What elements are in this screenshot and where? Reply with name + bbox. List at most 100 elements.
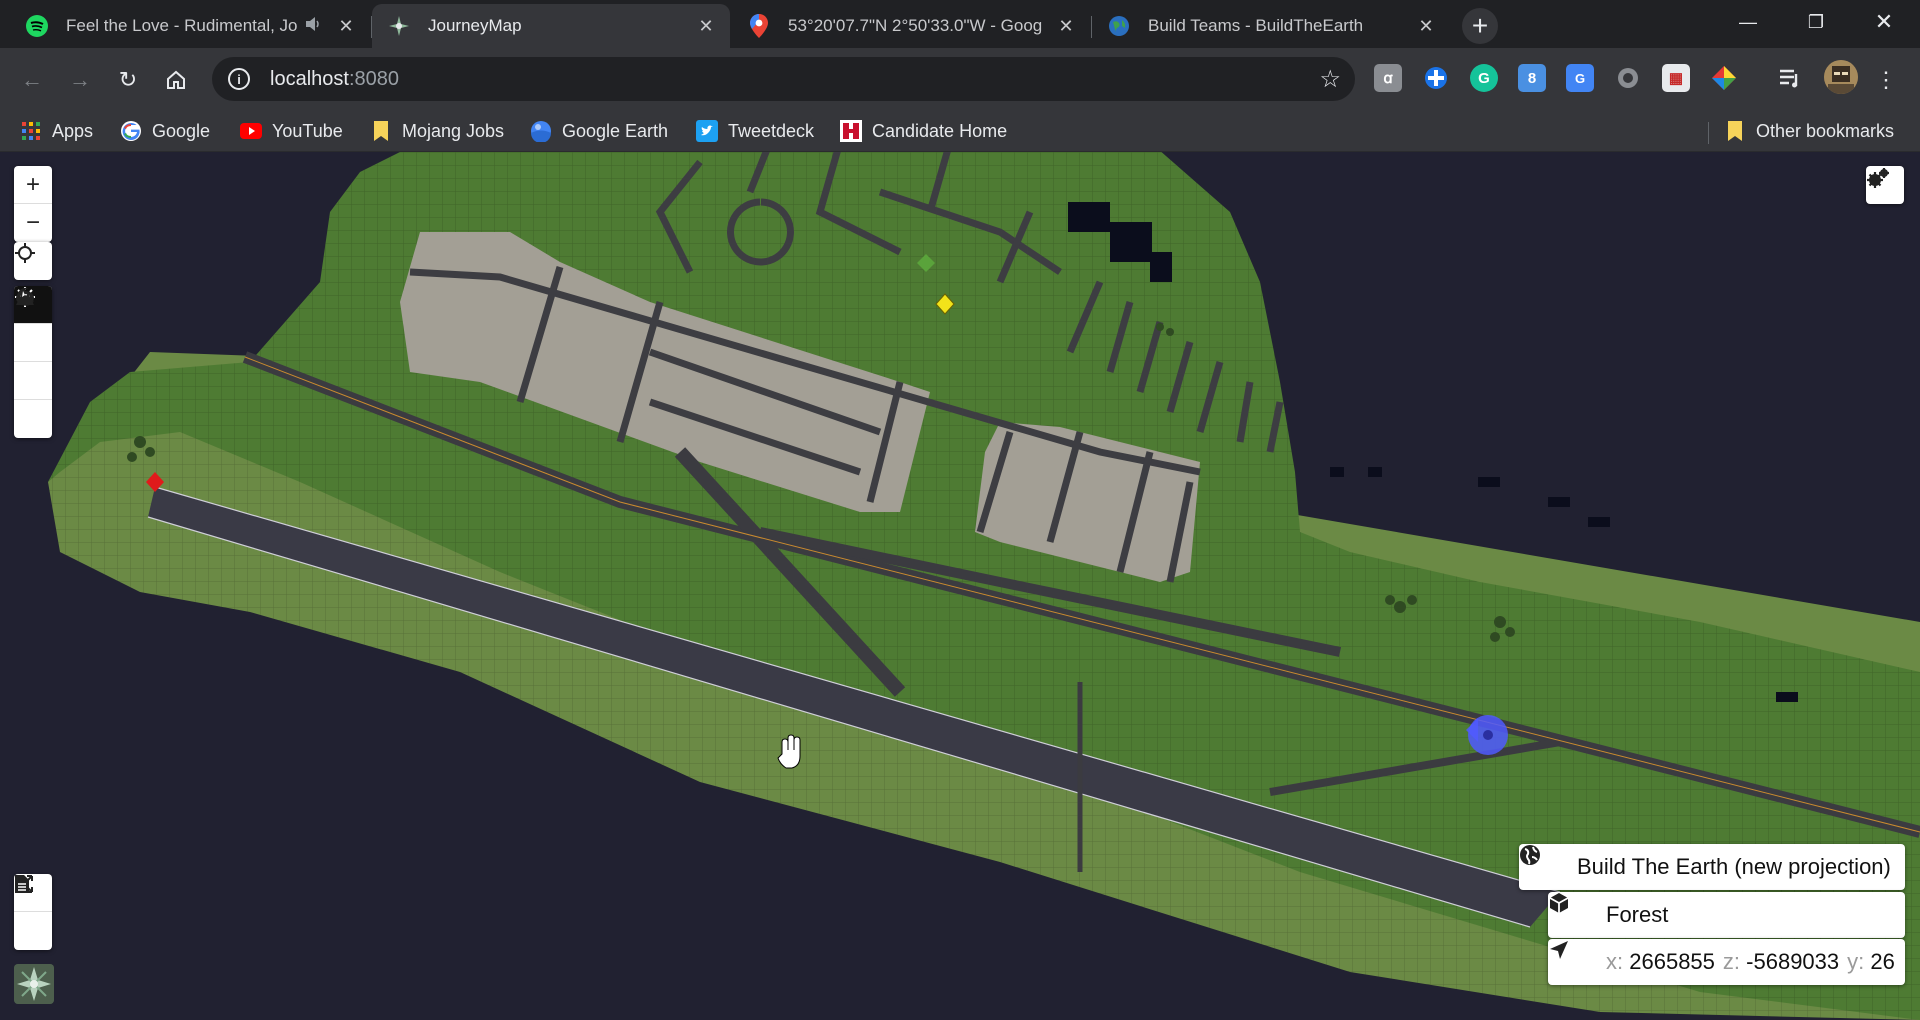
close-tab-icon[interactable]: ✕	[336, 16, 356, 37]
coord-z-label: z:	[1722, 949, 1741, 974]
zoom-in-button[interactable]: +	[14, 166, 52, 204]
journeymap-canvas[interactable]: + − Build The Earth (new projection) For…	[0, 152, 1920, 1020]
gears-icon	[1867, 168, 1889, 188]
speaker-icon[interactable]	[304, 15, 326, 38]
bookmark-mojang-jobs[interactable]: Mojang Jobs	[370, 118, 504, 144]
unexplored-patch	[1776, 692, 1798, 702]
mountain-icon	[16, 291, 34, 305]
tab-spotify[interactable]: Feel the Love - Rudimental, Jo ✕	[10, 4, 370, 48]
bookmark-label: Other bookmarks	[1756, 120, 1895, 141]
media-control-icon[interactable]	[1776, 64, 1804, 92]
google-maps-icon	[748, 14, 770, 38]
bookmark-tweetdeck[interactable]: Tweetdeck	[696, 118, 814, 144]
unexplored-patch	[1330, 467, 1344, 477]
map-settings-button[interactable]	[1866, 166, 1904, 204]
close-tab-icon[interactable]: ✕	[1416, 16, 1436, 37]
crosshair-icon	[15, 243, 35, 263]
new-tab-button[interactable]: +	[1462, 8, 1498, 44]
google-translate-icon[interactable]: G	[1566, 64, 1594, 92]
grammarly-icon[interactable]: G	[1470, 64, 1498, 92]
zoom-out-button[interactable]: −	[14, 204, 52, 242]
unexplored-patch	[1588, 517, 1610, 527]
unexplored-patch	[1548, 497, 1570, 507]
world-name: Build The Earth (new projection)	[1577, 854, 1891, 879]
other-bookmarks[interactable]: Other bookmarks	[1724, 118, 1894, 144]
cave-mode-button[interactable]	[14, 291, 52, 400]
bookmark-label: YouTube	[272, 120, 343, 141]
extension-puzzle-icon[interactable]	[1422, 64, 1450, 92]
locate-controls	[14, 242, 52, 280]
extension-8-icon[interactable]: 8	[1518, 64, 1546, 92]
journeymap-logo[interactable]	[14, 964, 54, 1004]
restore-button[interactable]: ❐	[1782, 0, 1850, 44]
bookmark-apps[interactable]: Apps	[20, 118, 93, 144]
globe-icon	[1520, 845, 1559, 880]
unexplored-patch	[1478, 477, 1500, 487]
journeymap-icon	[14, 964, 54, 1004]
map-mode-controls	[14, 286, 52, 438]
unexplored-patch	[1150, 252, 1172, 282]
tab-journeymap[interactable]: JourneyMap ✕	[372, 4, 730, 48]
close-tab-icon[interactable]: ✕	[696, 16, 716, 37]
night-mode-button[interactable]	[14, 287, 52, 362]
unexplored-patch	[1110, 222, 1152, 262]
tab-build-teams[interactable]: Build Teams - BuildTheEarth ✕	[1092, 4, 1450, 48]
coord-z-value: -5689033	[1746, 949, 1840, 974]
extension-fonts-icon[interactable]: ꭤ	[1374, 64, 1402, 92]
browser-window: Feel the Love - Rudimental, Jo ✕ Journey…	[0, 0, 1920, 1020]
reload-button[interactable]: ↻	[110, 62, 146, 98]
info-icon[interactable]: i	[228, 68, 250, 90]
center-on-player-button[interactable]	[14, 242, 52, 280]
tab-google-maps[interactable]: 53°20'07.7"N 2°50'33.0"W - Goog ✕	[732, 4, 1090, 48]
bookmark-star-icon[interactable]: ☆	[1319, 65, 1341, 94]
tab-title: Build Teams - BuildTheEarth	[1148, 16, 1364, 35]
bookmark-label: Google Earth	[562, 120, 669, 141]
bookmark-label: Candidate Home	[872, 120, 1008, 141]
coord-x-label: x:	[1606, 949, 1624, 974]
bookmark-youtube[interactable]: YouTube	[240, 118, 343, 144]
extension-circle-icon[interactable]	[1614, 64, 1642, 92]
log-button[interactable]	[14, 875, 52, 950]
unexplored-patch	[1368, 467, 1382, 477]
tab-title: JourneyMap	[428, 16, 522, 35]
minimize-button[interactable]: —	[1714, 0, 1782, 44]
coord-y-value: 26	[1870, 949, 1895, 974]
location-arrow-icon	[1550, 941, 1588, 975]
buildtheearth-icon	[1108, 15, 1130, 37]
biome-panel: Forest	[1548, 892, 1905, 938]
candidate-icon	[840, 120, 862, 142]
browser-menu-button[interactable]: ⋮	[1868, 62, 1904, 98]
color-picker-icon[interactable]	[1710, 64, 1738, 92]
folder-icon	[1724, 120, 1746, 142]
document-icon	[15, 875, 29, 893]
bookmark-google[interactable]: Google	[120, 118, 210, 144]
apps-grid-icon	[20, 120, 42, 142]
topo-mode-button[interactable]	[14, 291, 52, 438]
youtube-icon	[240, 120, 262, 142]
bookmark-label: Google	[152, 120, 211, 141]
unexplored-patch	[1068, 202, 1110, 232]
home-icon	[167, 70, 185, 89]
close-tab-icon[interactable]: ✕	[1056, 16, 1076, 37]
coord-x-value: 2665855	[1629, 949, 1715, 974]
tab-title: 53°20'07.7"N 2°50'33.0"W - Goog	[788, 16, 1043, 35]
tab-strip: Feel the Love - Rudimental, Jo ✕ Journey…	[0, 0, 1920, 48]
browser-toolbar: ← → ↻ i localhost:8080 ☆ ꭤ G 8 G ▦ ⋮	[0, 48, 1920, 110]
bookmark-google-earth[interactable]: Google Earth	[530, 118, 668, 144]
bookmark-label: Mojang Jobs	[402, 120, 505, 141]
home-button[interactable]	[158, 62, 194, 98]
google-earth-icon	[530, 120, 552, 142]
coord-y-label: y:	[1847, 949, 1865, 974]
profile-avatar[interactable]	[1824, 60, 1858, 94]
spotify-icon	[26, 15, 48, 37]
bookmark-candidate-home[interactable]: Candidate Home	[840, 118, 1007, 144]
world-panel[interactable]: Build The Earth (new projection)	[1519, 844, 1905, 890]
bottom-controls	[14, 874, 52, 950]
extension-calendar-icon[interactable]: ▦	[1662, 64, 1690, 92]
address-bar[interactable]: i localhost:8080 ☆	[212, 57, 1355, 101]
close-window-button[interactable]: ✕	[1850, 0, 1918, 44]
back-button[interactable]: ←	[14, 62, 50, 98]
journeymap-icon	[388, 15, 410, 37]
url-port: :8080	[348, 67, 399, 90]
forward-button[interactable]: →	[62, 62, 98, 98]
